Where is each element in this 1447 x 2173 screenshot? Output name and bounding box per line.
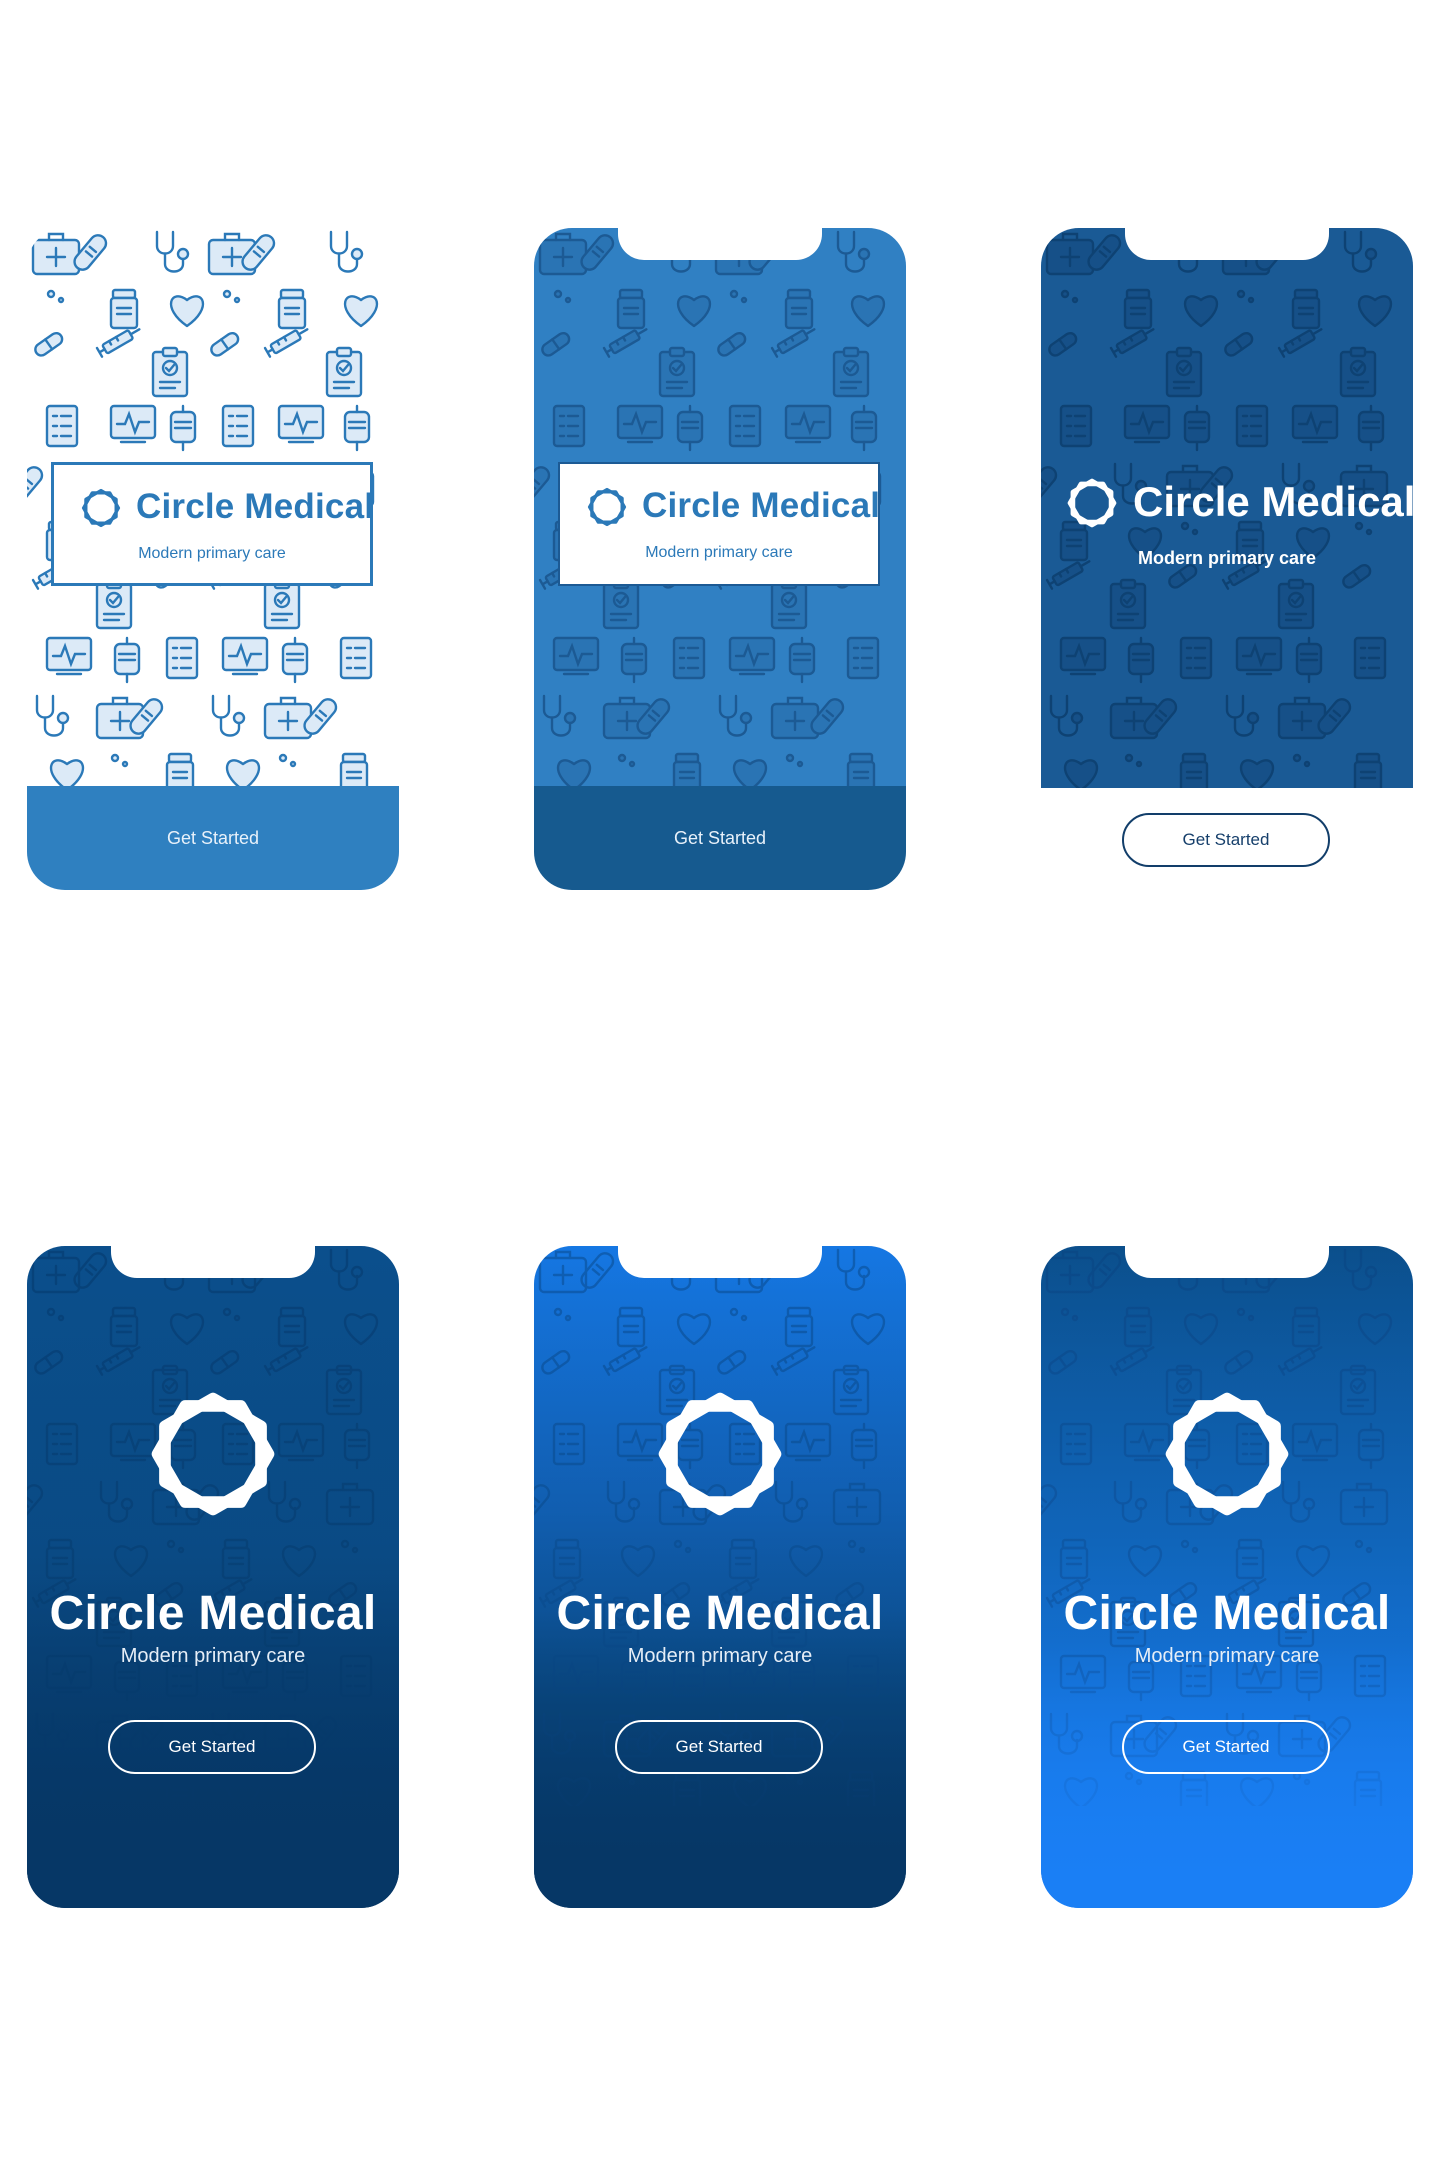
brand-tagline: Modern primary care [645, 544, 793, 561]
brand-title: Circle Medical [1133, 478, 1413, 525]
brand-label-box: Circle Medical Modern primary care [51, 462, 375, 586]
device-notch [618, 1246, 822, 1278]
circle-medical-logo-icon [1165, 1392, 1289, 1516]
device-notch [618, 228, 822, 260]
brand-tagline: Modern primary care [138, 545, 286, 562]
circle-medical-logo-icon [1067, 478, 1117, 528]
brand-tagline: Modern primary care [627, 1645, 813, 1667]
screen-variant-1: Circle Medical Modern primary care Get S… [27, 228, 399, 890]
screen-variant-3: Circle Medical Modern primary care [1041, 228, 1413, 788]
brand-title: Circle Medical [642, 486, 881, 525]
brand-title: Circle Medical [49, 1587, 377, 1640]
brand-title: Circle Medical [556, 1587, 884, 1640]
brand-tagline: Modern primary care [1134, 1645, 1320, 1667]
circle-medical-logo-icon [658, 1392, 782, 1516]
device-notch [111, 1246, 315, 1278]
get-started-button[interactable]: Get Started [615, 1720, 823, 1774]
screen-variant-5: Circle Medical Modern primary care Get S… [534, 1246, 906, 1908]
circle-medical-logo-icon [587, 487, 627, 527]
get-started-button[interactable]: Get Started [1122, 1720, 1330, 1774]
brand-tagline: Modern primary care [1137, 548, 1317, 568]
screen-variant-6: Circle Medical Modern primary care Get S… [1041, 1246, 1413, 1908]
get-started-button[interactable]: Get Started [108, 1720, 316, 1774]
get-started-button[interactable]: Get Started [27, 786, 399, 890]
brand-tagline: Modern primary care [120, 1645, 306, 1667]
get-started-button[interactable]: Get Started [534, 786, 906, 890]
screen-variant-2: Circle Medical Modern primary care Get S… [534, 228, 906, 890]
brand-title: Circle Medical [136, 487, 375, 526]
circle-medical-logo-icon [151, 1392, 275, 1516]
get-started-button[interactable]: Get Started [1122, 813, 1330, 867]
device-notch [1125, 1246, 1329, 1278]
brand-title: Circle Medical [1063, 1587, 1391, 1640]
device-notch [1125, 228, 1329, 260]
circle-medical-logo-icon [81, 488, 121, 528]
screen-variant-4: Circle Medical Modern primary care Get S… [27, 1246, 399, 1908]
brand-label-box: Circle Medical Modern primary care [558, 462, 880, 586]
